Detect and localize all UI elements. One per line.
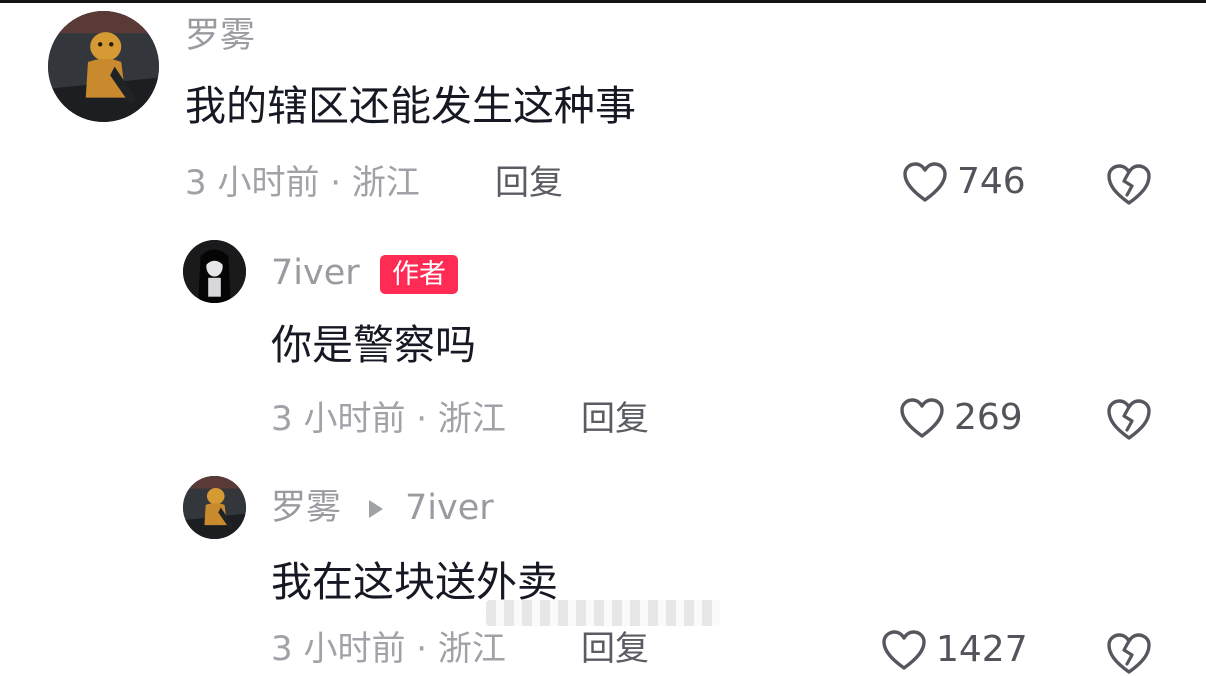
comment-time-location: 3 小时前 · 浙江	[271, 399, 506, 439]
comment-username[interactable]: 罗雾	[185, 19, 255, 54]
dislike-button[interactable]	[1104, 396, 1154, 442]
reply-button[interactable]: 回复	[581, 632, 649, 666]
dislike-button[interactable]	[1104, 161, 1154, 207]
author-badge: 作者	[380, 255, 458, 294]
dislike-button[interactable]	[1104, 630, 1154, 676]
avatar[interactable]	[48, 11, 159, 122]
like-count: 269	[954, 397, 1023, 438]
heart-icon	[880, 628, 928, 672]
reply-to-username[interactable]: 7iver	[405, 491, 494, 526]
watermark	[486, 600, 720, 626]
heart-icon	[898, 396, 946, 440]
like-button[interactable]: 1427	[880, 628, 1028, 672]
avatar-image	[183, 240, 246, 303]
avatar[interactable]	[183, 476, 246, 539]
broken-heart-icon	[1107, 633, 1151, 674]
comment-text: 你是警察吗	[271, 321, 476, 369]
broken-heart-icon	[1107, 399, 1151, 440]
reply-arrow-icon	[369, 500, 383, 518]
reply-button[interactable]: 回复	[581, 402, 649, 436]
like-count: 746	[957, 161, 1026, 202]
comment-text: 我在这块送外卖	[271, 558, 558, 606]
like-button[interactable]: 269	[898, 396, 1023, 440]
avatar-image	[183, 476, 246, 539]
top-divider	[0, 0, 1206, 3]
like-count: 1427	[936, 629, 1028, 670]
comment-username[interactable]: 罗雾	[271, 491, 341, 526]
comment-time-location: 3 小时前 · 浙江	[271, 629, 506, 669]
heart-icon	[901, 160, 949, 204]
broken-heart-icon	[1107, 164, 1151, 205]
comment-text: 我的辖区还能发生这种事	[185, 82, 636, 130]
avatar[interactable]	[183, 240, 246, 303]
like-button[interactable]: 746	[901, 160, 1026, 204]
comment-time-location: 3 小时前 · 浙江	[185, 163, 420, 203]
comment-username[interactable]: 7iver	[271, 256, 360, 291]
avatar-image	[48, 11, 159, 122]
reply-button[interactable]: 回复	[495, 166, 563, 200]
